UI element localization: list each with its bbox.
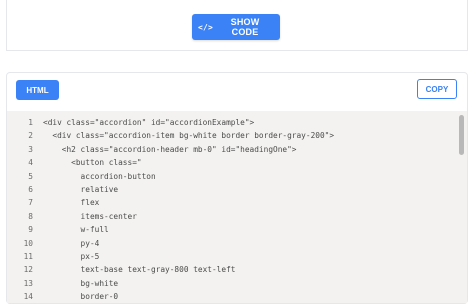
show-code-button[interactable]: </> SHOW CODE: [192, 14, 280, 40]
code-scrollbar[interactable]: [459, 115, 464, 155]
code-line: 1 <div class="accordion" id="accordionExa…: [7, 116, 467, 129]
code-text: <div class="accordion" id="accordionExam…: [43, 118, 255, 127]
code-tabbar: HTML COPY: [7, 73, 467, 111]
line-number: 1: [28, 118, 33, 127]
line-number: 14: [23, 292, 33, 302]
tab-html[interactable]: HTML: [16, 80, 59, 100]
code-text: <div class="accordion-item bg-white bord…: [43, 131, 335, 141]
code-text: px-5: [43, 251, 100, 261]
code-text: flex: [43, 198, 100, 208]
code-line: 14 border-0: [7, 290, 467, 303]
code-line: 9 w-full: [7, 223, 467, 236]
show-code-label: SHOW CODE: [230, 17, 260, 37]
code-text: items-center: [43, 211, 137, 221]
line-number: 3: [28, 144, 33, 154]
code-line: 12 text-base text-gray-800 text-left: [7, 263, 467, 276]
line-number: 8: [28, 211, 33, 221]
code-text: border-0: [43, 292, 119, 302]
code-text: bg-white: [43, 278, 119, 288]
code-lines: 1 <div class="accordion" id="accordionExa…: [7, 111, 467, 303]
copy-button[interactable]: COPY: [417, 79, 457, 99]
line-number: 4: [28, 158, 33, 168]
preview-area: </> SHOW CODE: [6, 0, 468, 51]
line-number: 2: [28, 131, 33, 141]
line-number: 6: [28, 184, 33, 194]
code-text: <button class=": [43, 158, 142, 168]
line-number: 12: [23, 265, 33, 275]
code-text: text-base text-gray-800 text-left: [43, 265, 236, 275]
code-text: <h2 class="accordion-header mb-0" id="he…: [43, 144, 297, 154]
code-line: 5 accordion-button: [7, 170, 467, 183]
code-panel: HTML COPY 1 <div class="accordion" id="ac…: [6, 72, 468, 304]
line-number: 9: [28, 225, 33, 235]
code-text: py-4: [43, 238, 100, 248]
code-line: 6 relative: [7, 183, 467, 196]
line-number: 10: [23, 238, 33, 248]
line-number: 11: [23, 251, 33, 261]
line-number: 5: [28, 171, 33, 181]
code-line: 7 flex: [7, 196, 467, 209]
code-line: 11 px-5: [7, 250, 467, 263]
code-block[interactable]: 1 <div class="accordion" id="accordionExa…: [7, 111, 467, 303]
code-line: 2 <div class="accordion-item bg-white bo…: [7, 129, 467, 142]
code-text: relative: [43, 184, 119, 194]
code-line: 4 <button class=": [7, 156, 467, 169]
code-line: 3 <h2 class="accordion-header mb-0" id="…: [7, 143, 467, 156]
line-number: 13: [23, 278, 33, 288]
code-line: 13 bg-white: [7, 277, 467, 290]
code-text: accordion-button: [43, 171, 156, 181]
code-line: 8 items-center: [7, 210, 467, 223]
code-icon: </>: [198, 22, 214, 32]
code-text: w-full: [43, 225, 109, 235]
line-number: 7: [28, 198, 33, 208]
code-line: 10 py-4: [7, 237, 467, 250]
